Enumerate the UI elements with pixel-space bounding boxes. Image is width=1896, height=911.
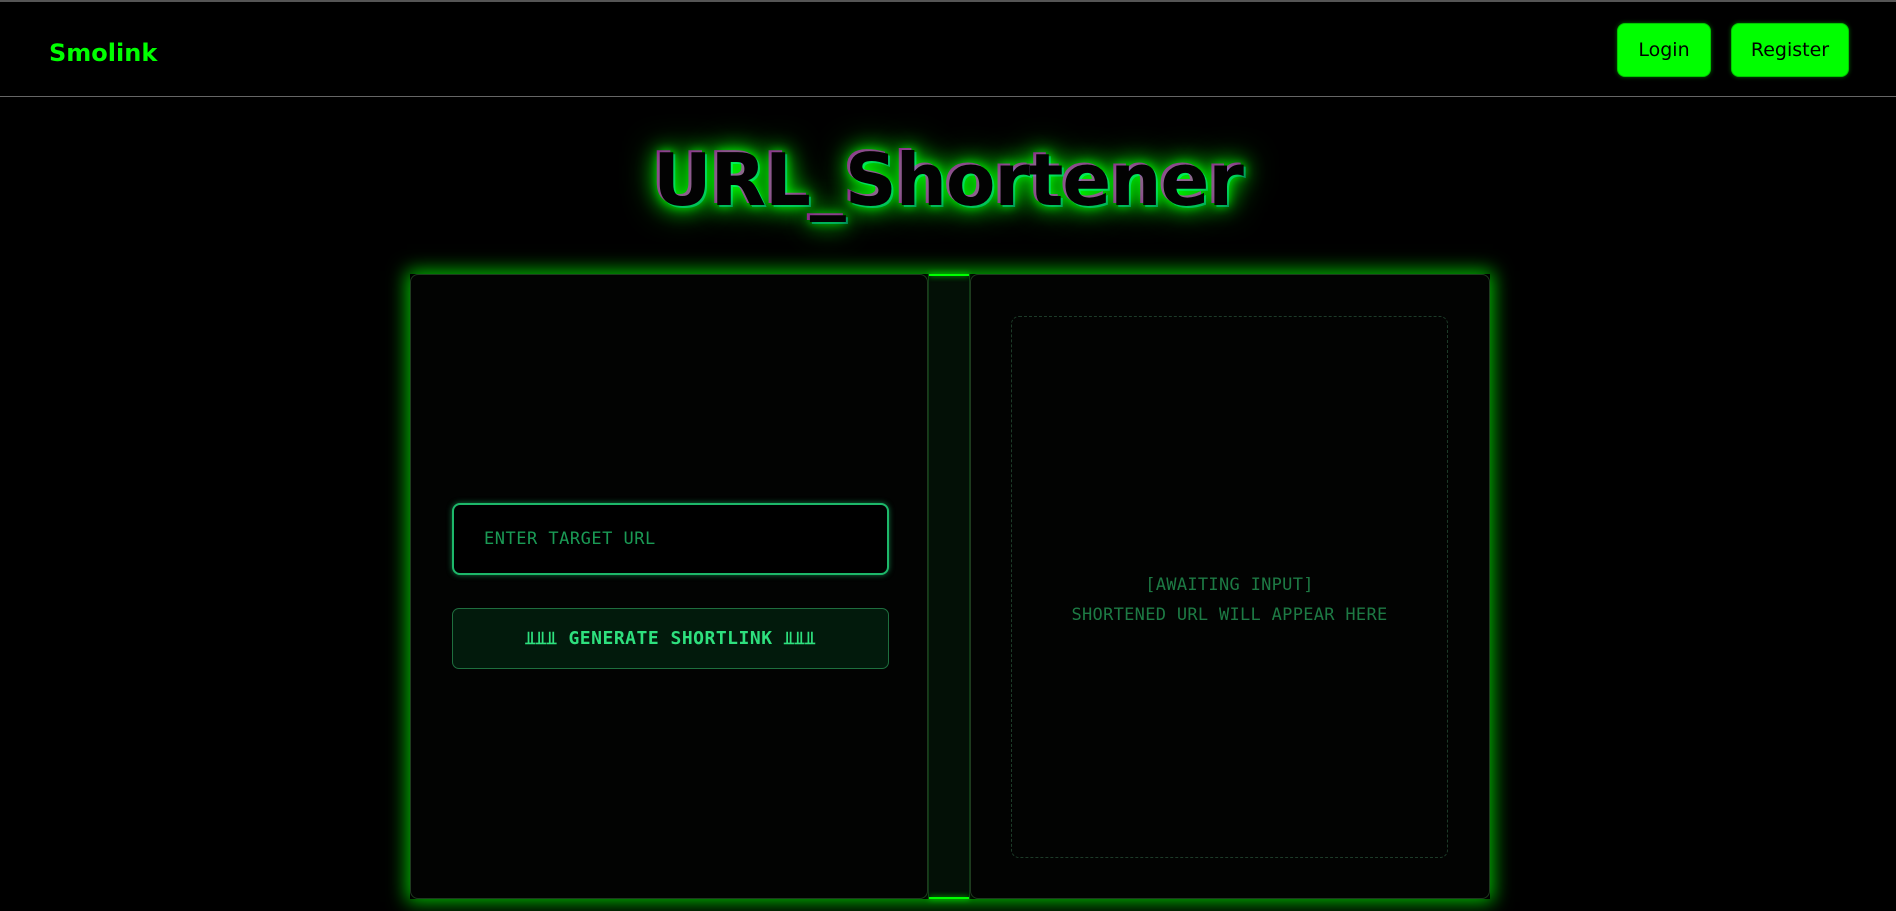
input-card: ⫫⫫⫫ GENERATE SHORTLINK ⫫⫫⫫ [410,274,928,899]
output-card: [AWAITING INPUT] SHORTENED URL WILL APPE… [970,274,1490,899]
output-hint-text: SHORTENED URL WILL APPEAR HERE [1071,605,1388,625]
generate-shortlink-button[interactable]: ⫫⫫⫫ GENERATE SHORTLINK ⫫⫫⫫ [452,608,889,669]
panel-spine-divider [928,274,970,899]
output-status-text: [AWAITING INPUT] [1145,575,1314,595]
brand-logo[interactable]: Smolink [49,39,157,67]
url-input[interactable] [452,503,889,575]
output-box: [AWAITING INPUT] SHORTENED URL WILL APPE… [1011,316,1448,858]
page-title: URL_Shortener [653,138,1244,222]
login-button[interactable]: Login [1617,23,1711,77]
shortener-panel: ⫫⫫⫫ GENERATE SHORTLINK ⫫⫫⫫ [AWAITING INP… [410,274,1490,899]
register-button[interactable]: Register [1731,23,1849,77]
navbar: Smolink Login Register [0,2,1896,97]
